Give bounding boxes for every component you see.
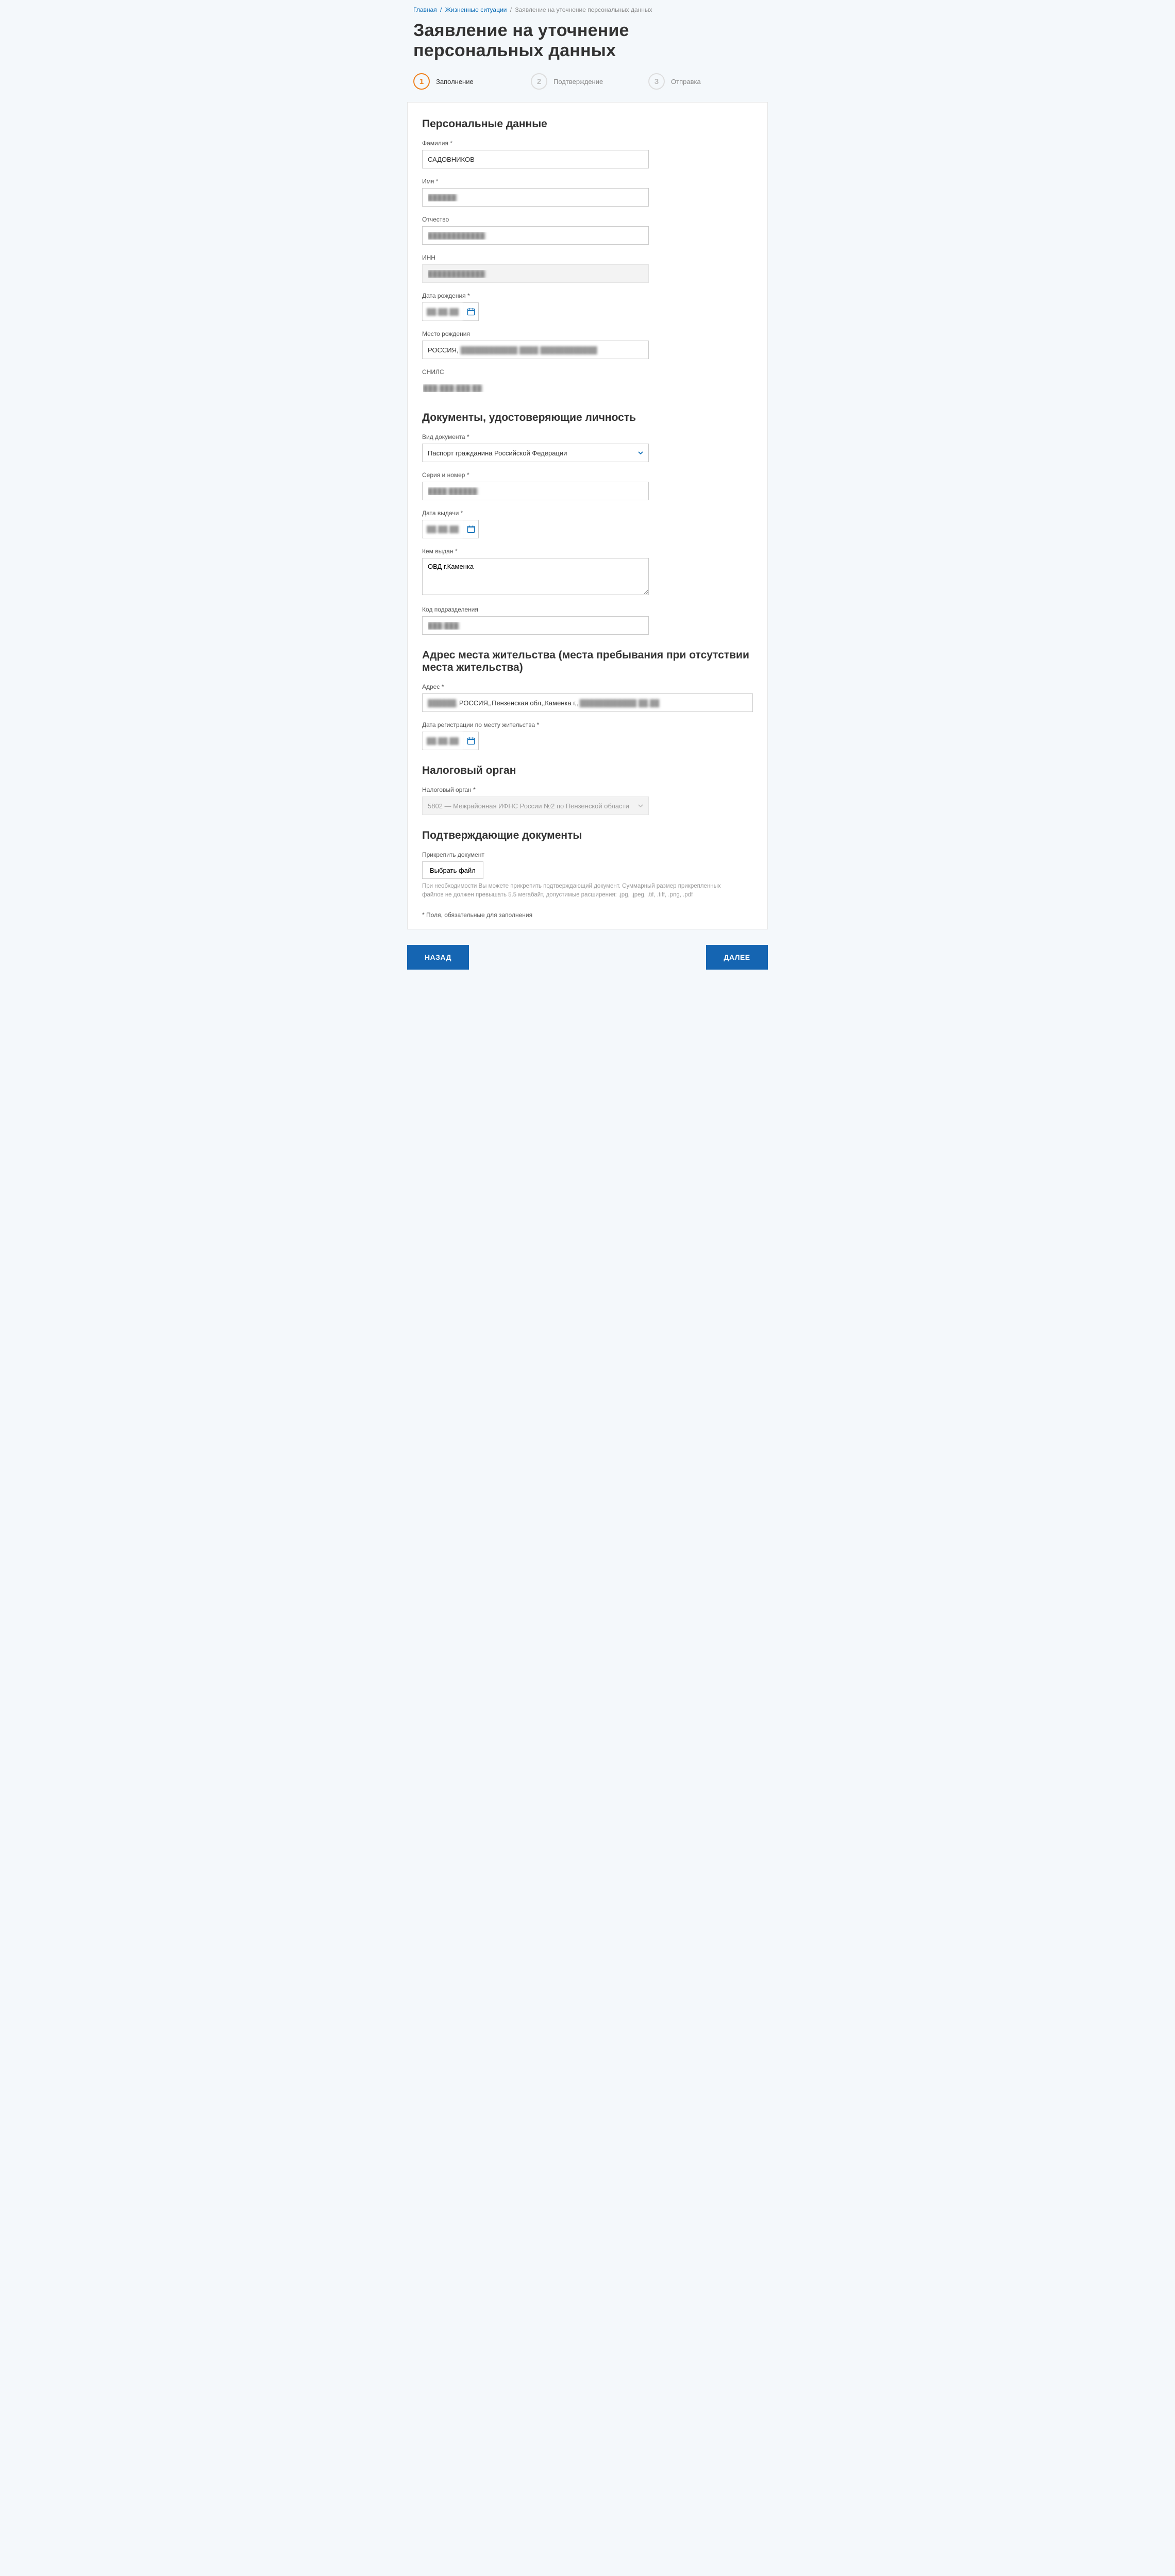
issue-date-label: Дата выдачи * (422, 510, 753, 517)
progress-steps: 1 Заполнение 2 Подтверждение 3 Отправка (402, 73, 773, 102)
section-docs-title: Подтверждающие документы (422, 829, 753, 842)
next-button[interactable]: ДАЛЕЕ (706, 945, 768, 970)
patronymic-input[interactable] (422, 226, 649, 245)
step-3-circle: 3 (648, 73, 665, 90)
doc-type-select[interactable] (422, 444, 649, 462)
step-2: 2 Подтверждение (531, 73, 644, 90)
step-2-circle: 2 (531, 73, 547, 90)
page-title: Заявление на уточнение персональных данн… (402, 21, 773, 73)
address-label: Адрес * (422, 683, 753, 690)
step-2-label: Подтверждение (553, 78, 603, 86)
reg-date-wrap (422, 732, 479, 750)
calendar-icon[interactable] (463, 520, 478, 538)
patronymic-label: Отчество (422, 216, 753, 223)
form-card: Персональные данные Фамилия * Имя * Отче… (407, 102, 768, 929)
section-personal-title: Персональные данные (422, 118, 753, 130)
calendar-icon[interactable] (463, 303, 478, 320)
section-address-title: Адрес места жительства (места пребывания… (422, 649, 753, 674)
address-prefix-blur: ██████, (428, 699, 458, 707)
issued-by-label: Кем выдан * (422, 548, 753, 555)
tax-authority-label: Налоговый орган * (422, 786, 753, 793)
name-label: Имя * (422, 178, 753, 185)
required-note: * Поля, обязательные для заполнения (422, 911, 753, 919)
series-num-input[interactable] (422, 482, 649, 500)
attach-help-text: При необходимости Вы можете прикрепить п… (422, 882, 731, 900)
breadcrumb-home[interactable]: Главная (413, 6, 437, 13)
step-3: 3 Отправка (648, 73, 762, 90)
step-3-label: Отправка (671, 78, 701, 86)
snils-label: СНИЛС (422, 368, 753, 376)
issue-date-wrap (422, 520, 479, 538)
section-identity-title: Документы, удостоверяющие личность (422, 412, 753, 424)
reg-date-label: Дата регистрации по месту жительства * (422, 721, 753, 728)
birth-place-label: Место рождения (422, 330, 753, 337)
tax-authority-value (422, 796, 649, 815)
series-num-label: Серия и номер * (422, 471, 753, 479)
snils-input (422, 379, 649, 397)
inn-input (422, 264, 649, 283)
division-code-label: Код подразделения (422, 606, 753, 613)
step-1-circle: 1 (413, 73, 430, 90)
name-input[interactable] (422, 188, 649, 207)
birth-date-wrap (422, 302, 479, 321)
birth-place-rest: ████████████ ████ ████████████ (461, 346, 597, 354)
calendar-icon[interactable] (463, 732, 478, 750)
inn-label: ИНН (422, 254, 753, 261)
step-1: 1 Заполнение (413, 73, 527, 90)
birth-place-input[interactable]: РОССИЯ, ████████████ ████ ████████████ (422, 341, 649, 359)
birth-place-prefix: РОССИЯ, (428, 346, 459, 354)
surname-input[interactable] (422, 150, 649, 168)
form-actions: НАЗАД ДАЛЕЕ (407, 945, 768, 970)
issue-date-input[interactable] (423, 520, 463, 538)
surname-label: Фамилия * (422, 140, 753, 147)
doc-type-label: Вид документа * (422, 433, 753, 440)
breadcrumb-current: Заявление на уточнение персональных данн… (515, 6, 652, 13)
address-suffix-blur: ████████████ ██,██ (580, 699, 660, 707)
tax-authority-select (422, 796, 649, 815)
reg-date-input[interactable] (423, 732, 463, 750)
file-select-button[interactable]: Выбрать файл (422, 861, 483, 879)
step-1-label: Заполнение (436, 78, 474, 86)
section-tax-title: Налоговый орган (422, 765, 753, 777)
breadcrumb: Главная / Жизненные ситуации / Заявление… (402, 5, 773, 21)
division-code-input[interactable] (422, 616, 649, 635)
doc-type-value[interactable] (422, 444, 649, 462)
issued-by-textarea[interactable] (422, 558, 649, 595)
birth-date-label: Дата рождения * (422, 292, 753, 299)
back-button[interactable]: НАЗАД (407, 945, 469, 970)
address-clear: РОССИЯ,,Пензенская обл,,Каменка г,, (459, 699, 579, 707)
breadcrumb-situations[interactable]: Жизненные ситуации (445, 6, 507, 13)
birth-date-input[interactable] (423, 303, 463, 320)
address-input[interactable]: ██████, РОССИЯ,,Пензенская обл,,Каменка … (422, 693, 753, 712)
attach-label: Прикрепить документ (422, 851, 753, 858)
